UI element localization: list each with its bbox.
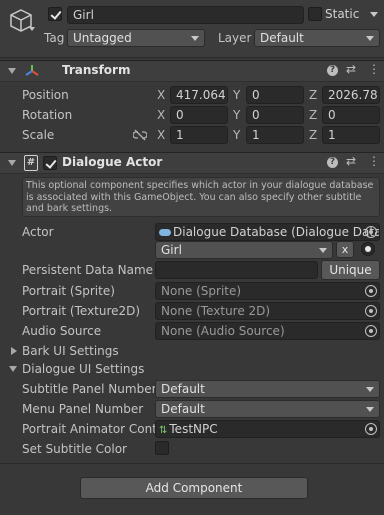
- database-icon: [159, 229, 171, 236]
- portrait-sprite-field[interactable]: None (Sprite): [155, 282, 380, 300]
- rotation-y-axis[interactable]: Y: [233, 108, 240, 122]
- description-box: This optional component specifies which …: [22, 177, 380, 217]
- presets-icon[interactable]: ⇄: [346, 154, 356, 168]
- position-label: Position: [22, 88, 69, 102]
- script-icon: #: [24, 155, 38, 171]
- presets-icon[interactable]: ⇄: [346, 62, 356, 76]
- set-subtitle-color-label: Set Subtitle Color: [22, 442, 127, 456]
- tag-dropdown[interactable]: Untagged: [67, 29, 205, 47]
- dialogue-actor-foldout-arrow[interactable]: [8, 160, 16, 166]
- rotation-z-axis[interactable]: Z: [309, 108, 317, 122]
- persistent-data-field[interactable]: [155, 261, 318, 279]
- dialogue-ui-settings-label[interactable]: Dialogue UI Settings: [22, 362, 144, 376]
- portrait-sprite-label: Portrait (Sprite): [22, 284, 115, 298]
- scale-y-axis[interactable]: Y: [233, 128, 240, 142]
- chevron-down-icon: [366, 36, 374, 41]
- dialogue-actor-enabled-checkbox[interactable]: [43, 156, 57, 170]
- help-icon[interactable]: ?: [327, 65, 338, 76]
- portrait-animator-field[interactable]: ⇅ TestNPC: [155, 420, 380, 438]
- portrait-animator-value: TestNPC: [169, 422, 218, 436]
- component-divider: [0, 463, 384, 464]
- portrait-texture-field[interactable]: None (Texture 2D): [155, 302, 380, 320]
- scale-y-field[interactable]: 1: [246, 126, 304, 144]
- unique-button[interactable]: Unique: [321, 260, 380, 280]
- menu-panel-value: Default: [161, 402, 205, 416]
- tag-value: Untagged: [73, 31, 132, 45]
- menu-panel-label: Menu Panel Number: [22, 402, 144, 416]
- rotation-x-axis[interactable]: X: [157, 108, 165, 122]
- object-picker-icon[interactable]: [365, 325, 377, 337]
- persistent-data-label: Persistent Data Name: [22, 263, 154, 277]
- position-x-axis[interactable]: X: [157, 88, 165, 102]
- subtitle-panel-dropdown[interactable]: Default: [155, 380, 380, 398]
- dialogue-actor-title: Dialogue Actor: [62, 155, 163, 169]
- audio-source-field[interactable]: None (Audio Source): [155, 322, 380, 340]
- set-subtitle-color-checkbox[interactable]: [155, 441, 169, 455]
- bark-ui-foldout-arrow[interactable]: [11, 347, 17, 355]
- subtitle-panel-value: Default: [161, 382, 205, 396]
- dialogue-ui-foldout-arrow[interactable]: [9, 366, 17, 372]
- bark-ui-settings-label[interactable]: Bark UI Settings: [22, 344, 119, 358]
- static-dropdown-arrow[interactable]: [370, 12, 378, 17]
- static-label: Static: [325, 7, 360, 21]
- transform-foldout-arrow[interactable]: [8, 68, 16, 74]
- active-checkbox[interactable]: [48, 7, 62, 21]
- chevron-down-icon: [319, 248, 327, 253]
- icon-dropdown-arrow[interactable]: [29, 27, 35, 31]
- database-value: Dialogue Database (Dialogue Data: [173, 225, 380, 239]
- object-picker-icon[interactable]: [365, 226, 377, 238]
- object-picker-icon[interactable]: [365, 305, 377, 317]
- menu-panel-dropdown[interactable]: Default: [155, 400, 380, 418]
- object-picker-icon[interactable]: [365, 423, 377, 435]
- position-z-field[interactable]: 2026.78: [322, 86, 380, 104]
- actor-value: Girl: [161, 243, 182, 257]
- layer-label: Layer: [218, 31, 252, 45]
- scale-x-axis[interactable]: X: [157, 128, 165, 142]
- layer-dropdown[interactable]: Default: [254, 29, 380, 47]
- rotation-y-field[interactable]: 0: [246, 106, 304, 124]
- chevron-down-icon: [366, 407, 374, 412]
- clear-actor-button[interactable]: x: [336, 241, 354, 258]
- position-z-axis[interactable]: Z: [309, 88, 317, 102]
- static-checkbox[interactable]: [308, 7, 322, 21]
- actor-dropdown[interactable]: Girl: [155, 241, 333, 259]
- tag-label: Tag: [44, 31, 65, 45]
- layer-value: Default: [260, 31, 304, 45]
- constrain-proportions-icon[interactable]: [133, 128, 147, 142]
- rotation-x-field[interactable]: 0: [170, 106, 228, 124]
- select-actor-radio-icon[interactable]: [361, 242, 375, 256]
- more-options-icon[interactable]: ⋮: [368, 154, 380, 168]
- position-x-field[interactable]: 417.064: [170, 86, 228, 104]
- transform-title: Transform: [62, 63, 131, 77]
- chevron-down-icon: [191, 36, 199, 41]
- radio-dot: [365, 246, 371, 252]
- position-y-field[interactable]: 0: [246, 86, 304, 104]
- more-options-icon[interactable]: ⋮: [368, 62, 380, 76]
- transform-axes-icon: [25, 65, 39, 76]
- scale-z-axis[interactable]: Z: [309, 128, 317, 142]
- rotation-label: Rotation: [22, 108, 73, 122]
- description-text: This optional component specifies which …: [26, 180, 374, 214]
- actor-label: Actor: [22, 225, 54, 239]
- scale-label: Scale: [22, 128, 55, 142]
- object-picker-icon[interactable]: [365, 285, 377, 297]
- subtitle-panel-label: Subtitle Panel Number: [22, 382, 157, 396]
- database-field[interactable]: Dialogue Database (Dialogue Data: [155, 223, 380, 241]
- add-component-button[interactable]: Add Component: [80, 477, 308, 499]
- rotation-z-field[interactable]: 0: [322, 106, 380, 124]
- portrait-texture-label: Portrait (Texture2D): [22, 304, 141, 318]
- animator-controller-icon: ⇅: [159, 425, 168, 436]
- scale-z-field[interactable]: 1: [322, 126, 380, 144]
- chevron-down-icon: [366, 387, 374, 392]
- position-y-axis[interactable]: Y: [233, 88, 240, 102]
- audio-source-label: Audio Source: [22, 324, 102, 338]
- help-icon[interactable]: ?: [327, 157, 338, 168]
- portrait-animator-label: Portrait Animator Contr: [22, 422, 162, 436]
- scale-x-field[interactable]: 1: [170, 126, 228, 144]
- gameobject-name-field[interactable]: Girl: [67, 6, 304, 24]
